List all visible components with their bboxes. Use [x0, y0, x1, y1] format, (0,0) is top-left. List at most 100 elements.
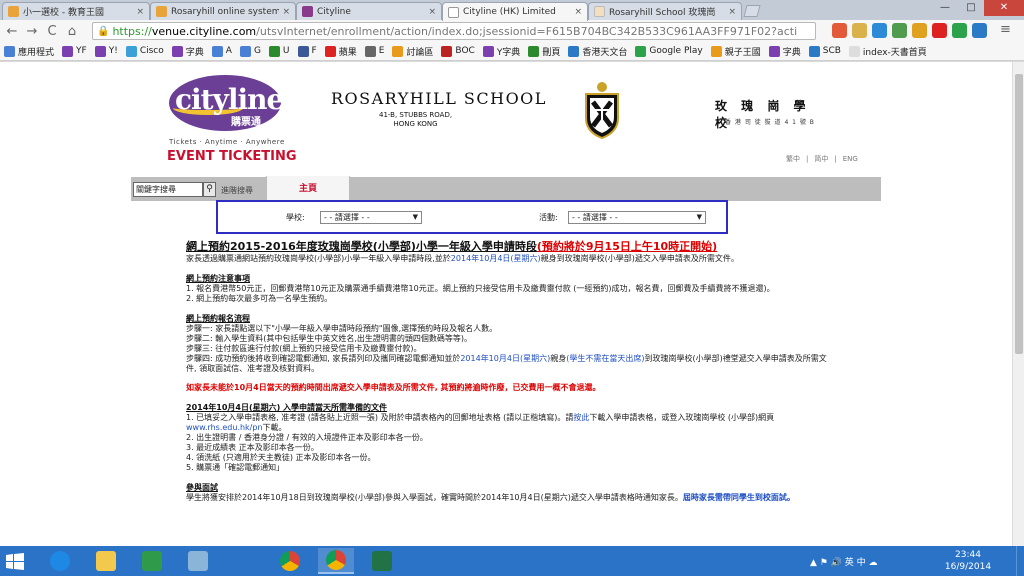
store-icon[interactable]	[134, 548, 170, 574]
chrome-icon[interactable]	[272, 548, 308, 574]
forward-icon[interactable]: →	[22, 24, 42, 39]
site-nav-bar: 關鍵字搜尋 ⚲ 進階搜尋 主頁	[131, 176, 881, 204]
extension-icon[interactable]	[952, 23, 967, 38]
vertical-scrollbar[interactable]	[1012, 62, 1024, 546]
doc-item-text: 下載。	[262, 423, 287, 432]
tab-rosaryhill-online[interactable]: Rosaryhill online system ×	[150, 2, 296, 20]
school-website-link[interactable]: www.rhs.edu.hk/pn	[186, 423, 263, 432]
close-tab-icon[interactable]: ×	[282, 7, 290, 17]
bookmark-label: Y!	[108, 46, 118, 56]
system-tray[interactable]: ▲ ⚑ 🔊 英 中 ☁	[810, 555, 878, 568]
bookmark-item[interactable]: Cisco	[125, 45, 164, 57]
home-icon[interactable]: ⌂	[62, 24, 82, 39]
tab-cityline[interactable]: Cityline ×	[296, 2, 442, 20]
forum-favicon-icon	[156, 6, 167, 17]
school-select[interactable]: - - 請選擇 - - ▼	[320, 211, 422, 224]
keyword-search-input[interactable]: 關鍵字搜尋	[133, 182, 203, 197]
bookmark-item[interactable]: SCB	[808, 45, 841, 57]
intro-text: 家長透過購票通網站預約玫瑰崗學校(小學部)小學一年級入學申請時段,並於	[186, 254, 451, 263]
url-host: venue.cityline.com	[151, 24, 257, 38]
interview-text: 學生將獲安排於2014年10月18日到玫瑰崗學校(小學部)參與入學面試，確實時間…	[186, 493, 683, 502]
lang-english-link[interactable]: ENG	[843, 155, 858, 163]
step4-text: 親身	[550, 354, 567, 363]
photos-icon[interactable]	[180, 548, 216, 574]
bookmark-item[interactable]: F	[297, 45, 317, 57]
bookmark-item[interactable]: YF	[62, 45, 87, 57]
url-path: /utsvInternet/enrollment/action/index.do…	[256, 24, 798, 38]
bookmark-label: F	[311, 46, 317, 56]
bookmark-item[interactable]: G	[239, 45, 261, 57]
extension-icon[interactable]	[832, 23, 847, 38]
list-item: 2. 出生證明書 / 香港身分證 / 有效的入境證件正本及影印本各一份。	[186, 433, 428, 442]
event-select-value: - - 請選擇 - -	[572, 213, 618, 222]
announcement-content: 網上預約2015-2016年度玫瑰崗學校(小學部)小學一年級入學申請時段(預約將…	[186, 240, 836, 503]
extension-icon[interactable]	[912, 23, 927, 38]
show-desktop-button[interactable]	[1016, 546, 1024, 576]
bookmark-favicon-icon	[392, 45, 404, 57]
bookmark-item[interactable]: Google Play	[635, 45, 703, 57]
bookmark-favicon-icon	[94, 45, 106, 57]
tab-cityline-hk-active[interactable]: Cityline (HK) Limited ×	[442, 2, 588, 21]
extension-icon[interactable]	[872, 23, 887, 38]
new-tab-button[interactable]	[743, 5, 761, 17]
reload-icon[interactable]: C	[42, 24, 62, 39]
bookmark-item[interactable]: 親子王國	[710, 45, 761, 58]
bookmark-item[interactable]: A	[211, 45, 232, 57]
bookmark-item[interactable]: Y字典	[482, 45, 520, 58]
windows-start-icon[interactable]	[6, 553, 24, 570]
bookmark-item[interactable]: U	[268, 45, 290, 57]
chrome-active-icon[interactable]	[318, 548, 354, 574]
bookmark-item[interactable]: 討論區	[392, 45, 433, 58]
bookmark-item[interactable]: 刪頁	[528, 45, 560, 58]
extension-icon[interactable]	[972, 23, 987, 38]
file-explorer-icon[interactable]	[88, 548, 124, 574]
list-item: 3. 最近成績表 正本及影印本各一份。	[186, 443, 319, 452]
bookmark-item[interactable]: Y!	[94, 45, 118, 57]
advanced-search-link[interactable]: 進階搜尋	[221, 185, 253, 196]
close-tab-icon[interactable]: ×	[136, 7, 144, 17]
tab-label: Cityline (HK) Limited	[463, 7, 556, 17]
close-window-button[interactable]: ✕	[984, 0, 1024, 16]
taskbar-clock[interactable]: 23:44 16/9/2014	[944, 549, 992, 573]
language-switcher: 繁中 | 简中 | ENG	[783, 154, 861, 164]
scrollbar-thumb[interactable]	[1015, 74, 1023, 354]
internet-explorer-icon[interactable]	[42, 548, 78, 574]
bookmark-item[interactable]: BOC	[441, 45, 475, 57]
lang-simp-chinese-link[interactable]: 简中	[814, 155, 828, 163]
search-icon[interactable]: ⚲	[203, 182, 216, 197]
download-form-link[interactable]: 按此	[573, 413, 589, 422]
bookmark-item[interactable]: index-天書首頁	[848, 45, 927, 58]
bookmark-item[interactable]: 字典	[768, 45, 801, 58]
lang-trad-chinese-link[interactable]: 繁中	[786, 155, 800, 163]
cityline-logo[interactable]: cityline 購票通	[169, 75, 284, 135]
extension-icon[interactable]	[852, 23, 867, 38]
menu-icon[interactable]: ≡	[998, 23, 1013, 38]
back-icon[interactable]: ←	[2, 24, 22, 39]
tab-kiddie-forum[interactable]: 小一選校 - 教育王國 ×	[2, 2, 150, 20]
bookmark-item[interactable]: 應用程式	[4, 45, 54, 58]
tab-label: Rosaryhill School 玫瑰崗	[609, 8, 716, 18]
extension-icon[interactable]	[892, 23, 907, 38]
bookmark-item[interactable]: 香港天文台	[568, 45, 627, 58]
lock-icon: 🔒	[97, 25, 110, 37]
close-tab-icon[interactable]: ×	[574, 7, 582, 17]
bookmark-favicon-icon	[528, 45, 540, 57]
bookmark-item[interactable]: 字典	[171, 45, 204, 58]
excel-icon[interactable]	[364, 548, 400, 574]
extension-icon[interactable]	[932, 23, 947, 38]
bookmark-item[interactable]: 蘋果	[324, 45, 357, 58]
school-filter-label: 學校:	[286, 213, 305, 222]
close-tab-icon[interactable]: ×	[728, 7, 736, 17]
section-title-notes: 網上預約注意事項	[186, 274, 250, 283]
tab-rosaryhill-school[interactable]: Rosaryhill School 玫瑰崗 ×	[588, 2, 742, 20]
bookmark-item[interactable]: E	[364, 45, 384, 57]
close-tab-icon[interactable]: ×	[428, 7, 436, 17]
minimize-button[interactable]: —	[932, 0, 958, 16]
maximize-button[interactable]: □	[958, 0, 984, 16]
school-crest-icon	[585, 82, 619, 140]
browser-toolbar: ← → C ⌂ 🔒 https://venue.cityline.com/uts…	[0, 20, 1024, 42]
event-select[interactable]: - - 請選擇 - - ▼	[568, 211, 706, 224]
tab-label: 小一選校 - 教育王國	[23, 8, 104, 18]
logo-sub: 購票通	[231, 117, 261, 128]
address-bar[interactable]: 🔒 https://venue.cityline.com/utsvInterne…	[92, 22, 816, 40]
